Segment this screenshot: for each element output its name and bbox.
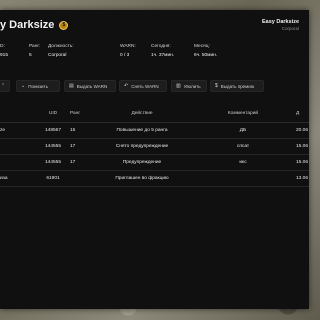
- stat-label: Месяц:: [194, 44, 210, 49]
- trash-icon: ▥: [176, 83, 181, 89]
- stat-label: D:: [0, 44, 5, 49]
- header-uid: UID: [48, 111, 58, 116]
- row-comment: ДБ: [239, 128, 247, 133]
- stat-month: Месяц: 6ч. 50мин.: [194, 44, 217, 58]
- stat-value: 1ч. 37мин.: [151, 53, 175, 58]
- row-uid: 148567: [44, 128, 61, 133]
- row-action: Повышение до 5 ранга: [116, 128, 168, 133]
- stat-value: 5: [29, 53, 32, 58]
- member-title: y Darksize: [0, 19, 55, 31]
- remove-warn-label: Снять WARN: [131, 83, 159, 89]
- row-date: 15.06: [296, 160, 309, 165]
- stat-label: WARN:: [120, 44, 136, 49]
- row-uid: 144555: [44, 160, 61, 165]
- row-date: 15.06: [296, 144, 309, 149]
- header-action: Действие: [131, 111, 153, 116]
- stat-label: Сегодня:: [151, 44, 171, 49]
- issue-warn-button[interactable]: ▤ Выдать WARN: [64, 80, 116, 92]
- document-icon: ▤: [69, 83, 74, 89]
- fire-label: Уволить: [183, 83, 201, 89]
- row-name: ze: [0, 128, 6, 133]
- table-header: UID Ранг Действие Комментарий Д: [0, 105, 309, 123]
- row-date: 13.06: [296, 176, 309, 181]
- row-uid: 144555: [44, 144, 61, 149]
- stat-label: Ранг:: [29, 44, 41, 49]
- stat-id: D: 915: [0, 44, 8, 58]
- row-name: иза: [0, 176, 8, 181]
- row-comment: [208, 171, 278, 186]
- header-rank: Ранг: [70, 111, 81, 116]
- row-rank: 17: [70, 144, 76, 149]
- stat-warn: WARN: 0 / 3: [120, 44, 136, 58]
- stat-label: Должность:: [48, 44, 74, 49]
- stat-rank: Ранг: 5: [29, 44, 40, 58]
- row-comment: икс: [239, 160, 247, 165]
- stat-value: 6ч. 50мин.: [194, 53, 218, 58]
- history-table: UID Ранг Действие Комментарий Д ze 14856…: [0, 105, 309, 187]
- profile-rank: Corporal: [281, 26, 299, 31]
- chevron-down-icon: ⌄: [21, 83, 26, 89]
- chevron-up-icon: ⌃: [1, 83, 6, 89]
- demote-button[interactable]: ⌄ Понизить: [16, 80, 60, 92]
- stat-value: 0 / 3: [120, 53, 130, 58]
- row-rank: 17: [70, 160, 76, 165]
- panel-header: y Darksize $: [0, 18, 69, 32]
- row-action: Снято предупреждение: [115, 144, 169, 149]
- stat-value: Corporal: [48, 53, 67, 58]
- demote-label: Понизить: [28, 83, 48, 89]
- give-bonus-button[interactable]: $ Выдать премию: [210, 80, 264, 92]
- dollar-icon: $: [215, 83, 218, 89]
- row-date: 20.06: [296, 128, 309, 133]
- coin-icon: $: [59, 20, 69, 30]
- table-row[interactable]: иза 61901 Приглашен во фракцию 13.06: [0, 171, 309, 187]
- issue-warn-label: Выдать WARN: [76, 83, 108, 89]
- give-bonus-label: Выдать премию: [220, 83, 255, 89]
- header-comment: Комментарий: [227, 111, 259, 116]
- table-row[interactable]: ze 148567 15 Повышение до 5 ранга ДБ 20.…: [0, 123, 309, 139]
- profile-name: Easy Darksize: [262, 19, 299, 25]
- table-row[interactable]: 144555 17 Снято предупреждение спсат 15.…: [0, 139, 309, 155]
- promote-button[interactable]: ⌃: [0, 80, 10, 92]
- undo-icon: ↶: [124, 83, 129, 89]
- stat-value: 915: [0, 53, 9, 58]
- faction-member-panel: y Darksize $ Easy Darksize Corporal D: 9…: [0, 10, 309, 309]
- row-comment: спсат: [236, 144, 250, 149]
- stat-position: Должность: Corporal: [48, 44, 74, 58]
- stat-today: Сегодня: 1ч. 37мин.: [151, 44, 174, 58]
- profile-block: Easy Darksize Corporal: [262, 19, 299, 31]
- row-action: Приглашен во фракцию: [115, 176, 169, 181]
- remove-warn-button[interactable]: ↶ Снять WARN: [119, 80, 167, 92]
- header-date: Д: [296, 111, 300, 116]
- table-row[interactable]: 144555 17 Предупреждение икс 15.06: [0, 155, 309, 171]
- row-uid: 61901: [46, 176, 60, 181]
- row-rank: 15: [70, 128, 76, 133]
- row-action: Предупреждение: [122, 160, 162, 165]
- fire-button[interactable]: ▥ Уволить: [171, 80, 207, 92]
